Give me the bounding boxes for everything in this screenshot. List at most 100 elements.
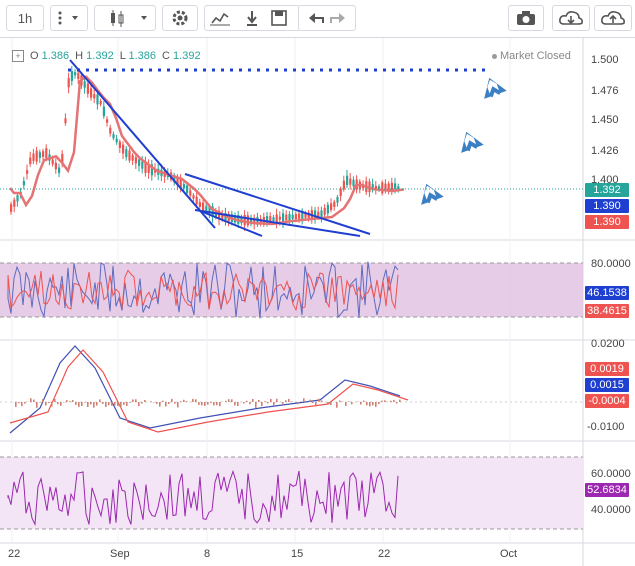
stoch-tag: 52.6834 <box>585 483 629 497</box>
macd-histogram-bar <box>186 401 188 402</box>
candle-body <box>16 195 19 202</box>
candle-body <box>138 159 141 166</box>
undo-icon <box>309 13 324 23</box>
candle-body <box>349 178 352 185</box>
macd-histogram-bar <box>51 402 53 407</box>
candle-body <box>51 159 54 165</box>
candle-body <box>86 83 89 94</box>
macd-histogram-bar <box>96 402 98 406</box>
candle-body <box>134 157 137 164</box>
candle-body <box>282 213 285 223</box>
macd-histogram-bar <box>102 402 104 404</box>
macd-histogram-bar <box>327 402 329 404</box>
legend-toggle-icon[interactable]: + <box>12 50 24 62</box>
macd-histogram-bar <box>36 402 38 408</box>
macd-histogram-bar <box>312 402 314 404</box>
macd-histogram-bar <box>69 401 71 402</box>
macd-histogram-bar <box>33 399 35 402</box>
macd-histogram-bar <box>54 398 56 402</box>
candle-body <box>323 207 326 215</box>
candle-body <box>122 144 125 154</box>
low-value: 1.386 <box>128 50 157 62</box>
candle-body <box>70 71 73 81</box>
interval-button[interactable]: 1h <box>6 5 44 31</box>
rsi-tag: 38.4615 <box>585 304 629 318</box>
candle-body <box>272 217 275 222</box>
candle-body <box>128 150 131 161</box>
candle-body <box>285 214 288 221</box>
price-axis-label: 1.426 <box>591 145 619 157</box>
macd-histogram-bar <box>360 402 362 405</box>
macd-histogram-bar <box>261 402 263 407</box>
candle-body <box>90 88 93 98</box>
macd-histogram-bar <box>48 402 50 404</box>
candle-body <box>99 100 102 105</box>
macd-histogram-bar <box>204 402 206 406</box>
macd-histogram-bar <box>264 401 266 402</box>
macd-histogram-bar <box>378 402 380 405</box>
load-layout-button[interactable] <box>552 5 590 31</box>
candle-body <box>352 179 355 187</box>
gear-icon <box>172 10 188 26</box>
time-axis-label: Oct <box>500 548 518 560</box>
candle-body <box>278 216 281 220</box>
indicators-icon <box>210 12 230 26</box>
time-axis-label: Sep <box>110 548 130 560</box>
interval-menu-button[interactable] <box>50 5 88 31</box>
candle-body <box>131 155 134 161</box>
macd-histogram-bar <box>270 399 272 402</box>
chart-type-button[interactable] <box>94 5 156 31</box>
chart-canvas[interactable] <box>0 38 635 566</box>
candle-body <box>198 202 201 207</box>
toolbar: 1h <box>0 0 635 38</box>
screenshot-button[interactable] <box>508 5 544 31</box>
macd-histogram-bar <box>372 402 374 406</box>
macd-histogram-bar <box>345 402 347 406</box>
macd-histogram-bar <box>291 401 293 402</box>
candle-body <box>74 72 77 76</box>
macd-histogram-bar <box>162 400 164 402</box>
macd-histogram-bar <box>252 398 254 402</box>
macd-tag: -0.0004 <box>585 394 629 408</box>
indicators-icons <box>210 10 287 26</box>
macd-histogram-bar <box>138 402 140 407</box>
candle-body <box>83 81 86 88</box>
macd-histogram-bar <box>150 401 152 402</box>
macd-histogram-bar <box>390 400 392 402</box>
candle-body <box>32 153 35 161</box>
candle-body <box>342 180 345 190</box>
candle-body <box>115 138 118 143</box>
macd-histogram-bar <box>348 401 350 402</box>
settings-button[interactable] <box>162 5 198 31</box>
stoch-axis-label: 40.0000 <box>591 504 631 516</box>
chart-area[interactable]: + O 1.386 H 1.392 L 1.386 C 1.392 Market… <box>0 38 635 566</box>
candle-body <box>58 167 61 174</box>
candle-body <box>64 118 67 124</box>
macd-histogram-bar <box>234 402 236 406</box>
macd-histogram-bar <box>117 402 119 407</box>
candle-body <box>394 183 397 189</box>
macd-histogram-bar <box>249 402 251 405</box>
macd-histogram-bar <box>237 402 239 406</box>
candle-body <box>109 127 112 134</box>
candle-body <box>125 149 128 158</box>
macd-histogram-bar <box>228 399 230 402</box>
close-label: C <box>162 50 170 62</box>
candle-body <box>26 170 29 174</box>
save-layout-button[interactable] <box>594 5 632 31</box>
macd-histogram-bar <box>75 402 77 405</box>
macd-histogram-bar <box>363 400 365 402</box>
arrow-up-icon <box>484 77 507 99</box>
candle-body <box>118 141 121 148</box>
undo-redo-group[interactable] <box>298 5 356 31</box>
macd-histogram-bar <box>336 402 338 408</box>
indicators-group[interactable] <box>204 5 300 31</box>
rsi-band <box>0 263 583 317</box>
price-axis-label: 1.450 <box>591 114 619 126</box>
candle-body <box>246 215 249 226</box>
macd-histogram-bar <box>399 399 401 402</box>
candle-body <box>288 214 291 221</box>
price-axis-label: 1.476 <box>591 85 619 97</box>
macd-histogram-bar <box>375 402 377 407</box>
macd-histogram-bar <box>129 402 131 403</box>
